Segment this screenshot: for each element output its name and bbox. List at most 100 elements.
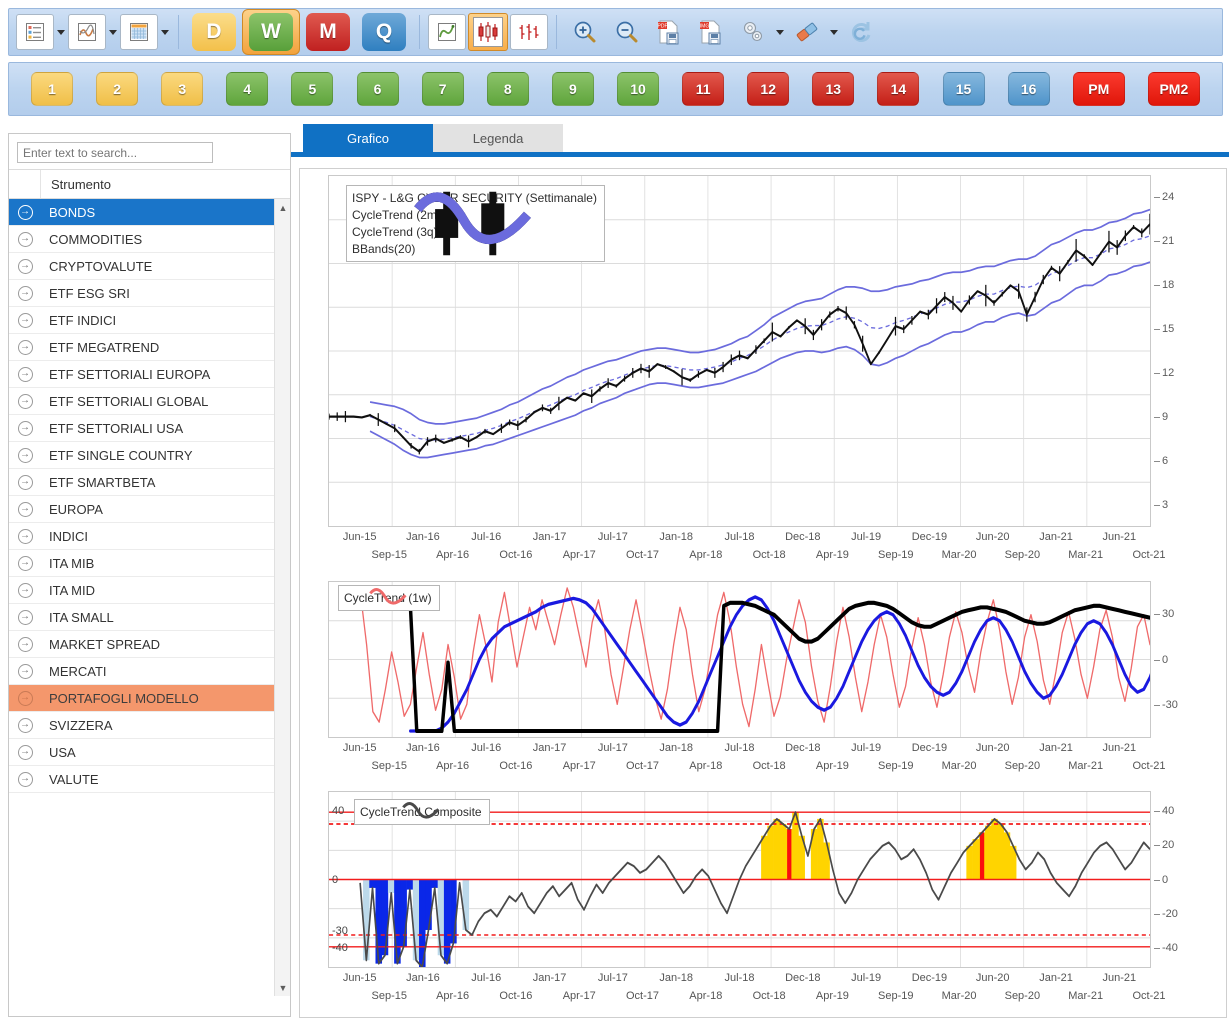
zoom-in-icon[interactable] xyxy=(565,13,605,51)
x-tick-label-top: Dec-18 xyxy=(785,531,821,543)
portfolio-button-12[interactable]: 12 xyxy=(747,72,790,106)
portfolio-button-13[interactable]: 13 xyxy=(812,72,855,106)
legend-list-icon[interactable] xyxy=(16,14,54,50)
search-input[interactable] xyxy=(17,142,213,163)
sidebar-item-label: ITA SMALL xyxy=(49,609,114,625)
x-tick-label-bottom: Sep-19 xyxy=(877,990,914,1002)
indicator-curve-icon[interactable] xyxy=(68,14,106,50)
refresh-icon[interactable] xyxy=(841,13,881,51)
period-quarterly[interactable]: Q xyxy=(362,13,406,51)
bar-chart-icon[interactable] xyxy=(510,14,548,50)
tab-grafico[interactable]: Grafico xyxy=(303,124,433,152)
cycletrend-plot-area[interactable]: CycleTrend (1w) xyxy=(328,581,1151,738)
composite-left-label: 40 xyxy=(332,805,345,818)
period-monthly[interactable]: M xyxy=(306,13,350,51)
sidebar-item-bonds[interactable]: → BONDS xyxy=(9,199,274,226)
portfolio-button-7[interactable]: 7 xyxy=(421,72,464,106)
period-daily[interactable]: D xyxy=(192,13,236,51)
sidebar-item-indici[interactable]: → INDICI xyxy=(9,523,274,550)
x-tick-label-bottom: Sep-20 xyxy=(1004,549,1041,561)
sidebar-item-etf-single-country[interactable]: → ETF SINGLE COUNTRY xyxy=(9,442,274,469)
tab-legenda[interactable]: Legenda xyxy=(433,124,563,152)
x-tick-label-bottom: Apr-18 xyxy=(689,760,723,772)
x-tick-label-bottom: Mar-21 xyxy=(1068,760,1104,772)
price-plot-area[interactable]: ISPY - L&G CYBER SECURITY (Settimanale) C… xyxy=(328,175,1151,527)
composite-plot-area[interactable]: CycleTrend Composite 40 0 -30 -40 xyxy=(328,791,1151,968)
x-tick-label-bottom: Oct-17 xyxy=(625,549,660,561)
portfolio-button-6[interactable]: 6 xyxy=(356,72,399,106)
legend-list-dropdown-caret[interactable] xyxy=(55,13,67,51)
sidebar-item-ita-small[interactable]: → ITA SMALL xyxy=(9,604,274,631)
zoom-out-icon[interactable] xyxy=(607,13,647,51)
portfolio-button-8[interactable]: 8 xyxy=(486,72,529,106)
portfolio-button-pm2[interactable]: PM2 xyxy=(1147,72,1200,106)
portfolio-button-2[interactable]: 2 xyxy=(96,72,139,106)
save-pdf-icon[interactable]: PDF xyxy=(649,13,689,51)
composite-y-axis: 40 20 0 -20 -40 xyxy=(1154,791,1226,968)
x-tick-label-bottom: Apr-19 xyxy=(815,760,849,772)
portfolio-button-14[interactable]: 14 xyxy=(877,72,920,106)
scroll-down-icon[interactable]: ▼ xyxy=(275,979,291,996)
sidebar-item-label: VALUTE xyxy=(49,771,99,787)
sidebar-item-etf-esg-sri[interactable]: → ETF ESG SRI xyxy=(9,280,274,307)
y-tick-label: 20 xyxy=(1162,839,1175,852)
sidebar-item-etf-indici[interactable]: → ETF INDICI xyxy=(9,307,274,334)
x-tick-label-top: Dec-19 xyxy=(911,972,948,984)
arrow-right-icon: → xyxy=(9,555,41,571)
sidebar-item-etf-megatrend[interactable]: → ETF MEGATREND xyxy=(9,334,274,361)
price-panel: ISPY - L&G CYBER SECURITY (Settimanale) C… xyxy=(300,175,1226,575)
x-tick-label-bottom: Mar-21 xyxy=(1068,990,1104,1002)
portfolio-button-11[interactable]: 11 xyxy=(682,72,725,106)
scroll-up-icon[interactable]: ▲ xyxy=(275,199,291,216)
grid-table-dropdown-caret[interactable] xyxy=(159,13,171,51)
candlestick-chart-icon[interactable] xyxy=(468,13,508,51)
sidebar-item-etf-settoriali-global[interactable]: → ETF SETTORIALI GLOBAL xyxy=(9,388,274,415)
sidebar-item-mercati[interactable]: → MERCATI xyxy=(9,658,274,685)
x-tick-label-top: Jan-16 xyxy=(406,742,440,754)
grid-table-icon[interactable] xyxy=(120,14,158,50)
eraser-icon[interactable] xyxy=(787,13,827,51)
arrow-right-icon: → xyxy=(9,582,41,598)
portfolio-button-3[interactable]: 3 xyxy=(161,72,204,106)
period-weekly[interactable]: W xyxy=(249,13,293,51)
portfolio-button-16[interactable]: 16 xyxy=(1007,72,1050,106)
sidebar-item-svizzera[interactable]: → SVIZZERA xyxy=(9,712,274,739)
arrow-right-icon: → xyxy=(9,447,41,463)
portfolio-button-10[interactable]: 10 xyxy=(616,72,659,106)
eraser-dropdown-caret[interactable] xyxy=(828,13,840,51)
sidebar-item-etf-smartbeta[interactable]: → ETF SMARTBETA xyxy=(9,469,274,496)
save-image-icon[interactable]: IMG xyxy=(691,13,731,51)
arrow-right-icon: → xyxy=(9,285,41,301)
period-daily-wrap: D xyxy=(186,10,242,54)
sidebar-item-label: ETF SETTORIALI EUROPA xyxy=(49,366,211,382)
sidebar-item-etf-settoriali-usa[interactable]: → ETF SETTORIALI USA xyxy=(9,415,274,442)
sidebar-item-label: INDICI xyxy=(49,528,88,544)
portfolio-button-pm[interactable]: PM xyxy=(1072,72,1125,106)
sidebar-item-etf-settoriali-europa[interactable]: → ETF SETTORIALI EUROPA xyxy=(9,361,274,388)
y-tick-mark xyxy=(1154,913,1160,915)
sidebar-item-valute[interactable]: → VALUTE xyxy=(9,766,274,793)
sidebar-item-portafogli-modello[interactable]: → PORTAFOGLI MODELLO xyxy=(9,685,274,712)
portfolio-button-4[interactable]: 4 xyxy=(226,72,269,106)
y-tick-label: 21 xyxy=(1162,235,1175,247)
sidebar-item-usa[interactable]: → USA xyxy=(9,739,274,766)
settings-dropdown-caret[interactable] xyxy=(774,13,786,51)
sidebar-item-market-spread[interactable]: → MARKET SPREAD xyxy=(9,631,274,658)
sidebar-item-label: BONDS xyxy=(49,204,96,220)
sidebar-item-cryptovalute[interactable]: → CRYPTOVALUTE xyxy=(9,253,274,280)
sidebar-item-europa[interactable]: → EUROPA xyxy=(9,496,274,523)
x-tick-label-top: Jun-20 xyxy=(975,531,1010,543)
line-chart-icon[interactable] xyxy=(428,14,466,50)
settings-gear-icon[interactable] xyxy=(733,13,773,51)
portfolio-button-5[interactable]: 5 xyxy=(291,72,334,106)
portfolio-button-15[interactable]: 15 xyxy=(942,72,985,106)
sidebar-item-commodities[interactable]: → COMMODITIES xyxy=(9,226,274,253)
arrow-right-icon: → xyxy=(9,771,41,787)
portfolio-button-9[interactable]: 9 xyxy=(551,72,594,106)
sidebar-item-ita-mid[interactable]: → ITA MID xyxy=(9,577,274,604)
indicator-curve-dropdown-caret[interactable] xyxy=(107,13,119,51)
toolbar-divider xyxy=(178,15,179,49)
sidebar-item-ita-mib[interactable]: → ITA MIB xyxy=(9,550,274,577)
sidebar-scrollbar[interactable]: ▲ ▼ xyxy=(274,199,290,996)
portfolio-button-1[interactable]: 1 xyxy=(31,72,73,106)
